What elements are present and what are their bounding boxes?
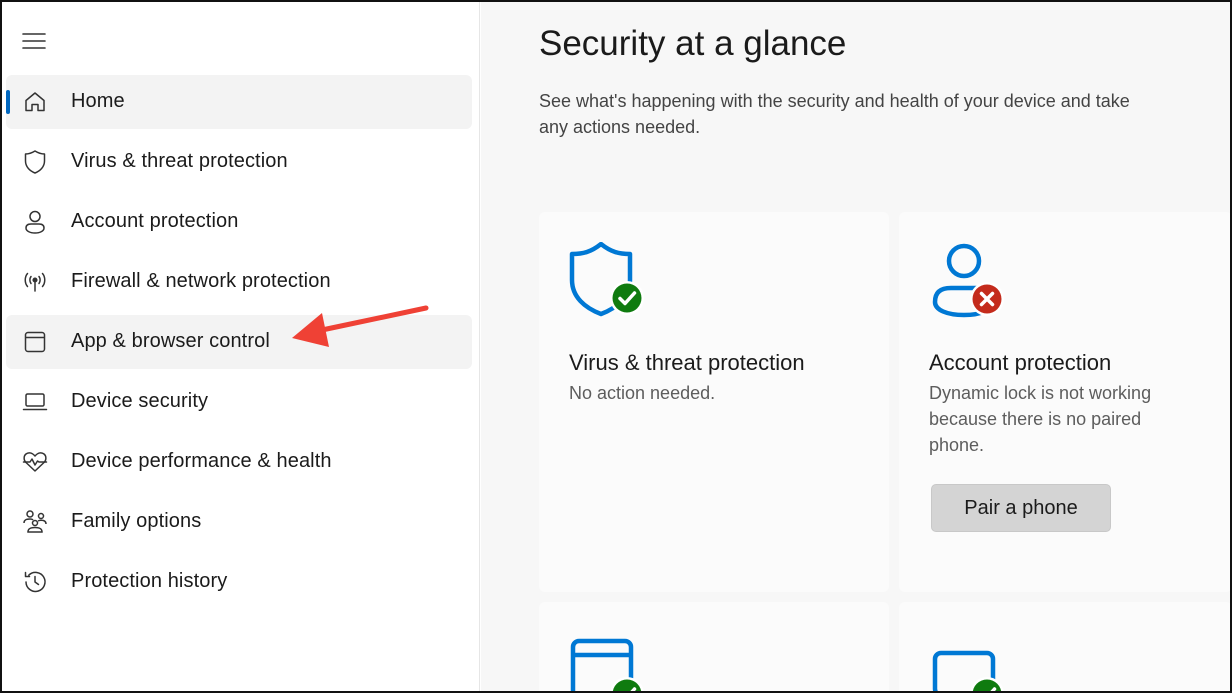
card-status: Dynamic lock is not working because ther…: [929, 383, 1152, 455]
app-window-icon: [21, 329, 49, 355]
laptop-icon: [21, 389, 49, 415]
hamburger-icon: [22, 33, 46, 49]
sidebar: Home Virus & threat protection Account p…: [0, 0, 480, 693]
person-error-icon: [929, 242, 1009, 327]
sidebar-item-label: App & browser control: [71, 330, 270, 352]
sidebar-item-label: Device performance & health: [71, 450, 332, 472]
sidebar-item-firewall-network-protection[interactable]: Firewall & network protection: [6, 255, 472, 309]
history-icon: [21, 569, 49, 595]
card-title: Virus & threat protection: [569, 350, 805, 375]
sidebar-item-label: Device security: [71, 390, 209, 412]
family-icon: [21, 509, 49, 535]
person-icon: [21, 209, 49, 235]
card-title: Account protection: [929, 350, 1112, 375]
sidebar-item-protection-history[interactable]: Protection history: [6, 555, 472, 609]
main-content: Security at a glance See what's happenin…: [481, 0, 1232, 693]
shield-check-icon: [569, 241, 649, 327]
sidebar-item-label: Virus & threat protection: [71, 150, 288, 172]
card-status: No action needed.: [569, 383, 716, 403]
sidebar-item-device-security[interactable]: Device security: [6, 375, 472, 429]
page-title: Security at a glance: [539, 24, 847, 63]
laptop-check-icon: [929, 648, 1009, 693]
heart-pulse-icon: [21, 449, 49, 475]
sidebar-item-virus-threat-protection[interactable]: Virus & threat protection: [6, 135, 472, 189]
pair-phone-button[interactable]: Pair a phone: [931, 484, 1111, 532]
sidebar-item-home[interactable]: Home: [6, 75, 472, 129]
sidebar-item-label: Firewall & network protection: [71, 270, 331, 292]
card-virus-threat-protection[interactable]: Virus & threat protection No action need…: [539, 212, 889, 592]
antenna-icon: [21, 269, 49, 295]
card-device-security[interactable]: [899, 602, 1232, 693]
shield-icon: [21, 149, 49, 175]
sidebar-item-label: Home: [71, 90, 125, 112]
sidebar-item-app-browser-control[interactable]: App & browser control: [6, 315, 472, 369]
sidebar-item-device-performance-health[interactable]: Device performance & health: [6, 435, 472, 489]
menu-toggle-button[interactable]: [21, 30, 47, 52]
sidebar-item-label: Account protection: [71, 210, 239, 232]
page-description: See what's happening with the security a…: [539, 91, 1130, 137]
card-account-protection[interactable]: Account protection Dynamic lock is not w…: [899, 212, 1232, 592]
sidebar-item-account-protection[interactable]: Account protection: [6, 195, 472, 249]
sidebar-item-label: Family options: [71, 510, 202, 532]
sidebar-item-family-options[interactable]: Family options: [6, 495, 472, 549]
selection-indicator: [6, 90, 10, 114]
home-icon: [21, 89, 49, 115]
sidebar-item-label: Protection history: [71, 570, 228, 592]
app-window-check-icon: [569, 638, 649, 693]
card-app-browser-control[interactable]: [539, 602, 889, 693]
